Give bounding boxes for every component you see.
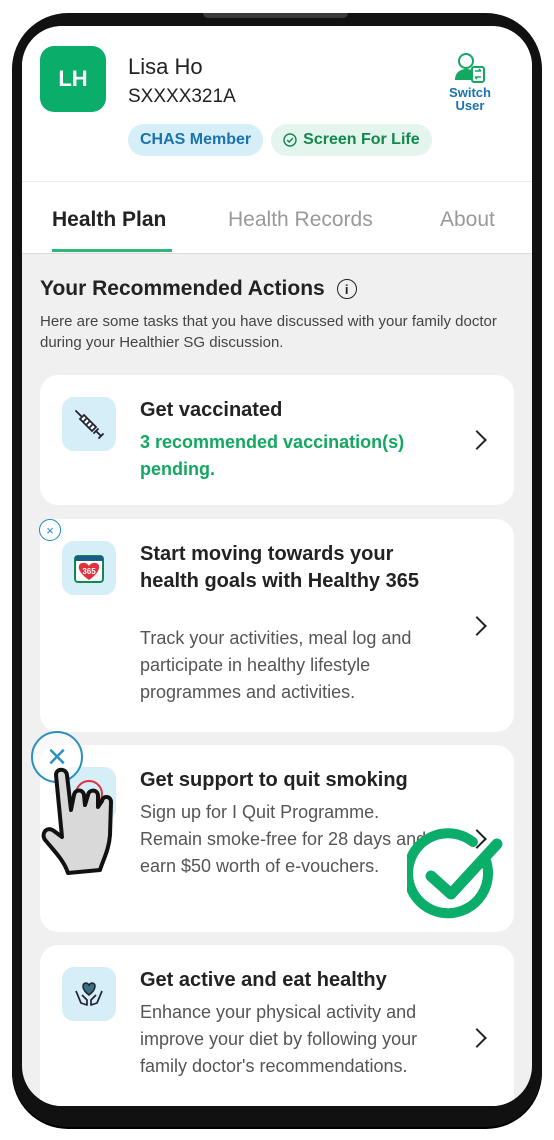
user-id: SXXXX321A <box>128 86 236 107</box>
heart-hands-icon <box>75 982 103 1006</box>
card-description: Sign up for I Quit Programme. Remain smo… <box>140 802 427 876</box>
card-description: Enhance your physical activity and impro… <box>140 1002 418 1076</box>
badge-label: CHAS Member <box>140 131 252 148</box>
calendar-365-heart-icon: 365 <box>74 555 104 583</box>
close-icon: × <box>46 522 54 538</box>
dismiss-button[interactable]: × <box>39 519 61 541</box>
active-tab-indicator <box>52 249 172 252</box>
chevron-right-icon <box>467 1028 487 1048</box>
chevron-right-icon <box>467 430 487 450</box>
card-description: Track your activities, meal log and part… <box>140 628 412 702</box>
tab-about[interactable]: About <box>440 208 495 232</box>
action-card-healthy-365[interactable]: 365 Start moving towards your health goa… <box>40 519 514 732</box>
card-title: Get active and eat healthy <box>140 969 387 991</box>
action-card-active-healthy[interactable]: Get active and eat healthy Enhance your … <box>40 945 514 1106</box>
success-check-icon <box>407 828 503 919</box>
card-status: 3 recommended vaccination(s) pending. <box>140 432 405 479</box>
badge-list: CHAS Member Screen For Life <box>128 124 432 156</box>
phone-speaker <box>203 13 348 18</box>
info-icon[interactable]: i <box>336 279 357 299</box>
badge-label: Screen For Life <box>303 131 420 148</box>
app-screen: LH Lisa Ho SXXXX321A CHAS Member Screen … <box>22 26 532 1106</box>
switch-user-label-2: User <box>455 98 485 113</box>
profile-header: LH Lisa Ho SXXXX321A CHAS Member Screen … <box>22 26 532 181</box>
avatar: LH <box>40 46 106 112</box>
icon-box: 365 <box>62 541 116 595</box>
chevron-right-icon <box>467 616 487 636</box>
icon-box <box>62 397 116 451</box>
tab-health-records[interactable]: Health Records <box>228 208 373 232</box>
card-title: Get vaccinated <box>140 399 283 421</box>
section-title: Your Recommended Actions i <box>40 277 357 301</box>
screen-for-life-badge: Screen For Life <box>271 124 432 156</box>
tap-hand-icon <box>41 767 113 875</box>
card-title: Start moving towards your health goals w… <box>140 543 419 592</box>
action-card-vaccination[interactable]: Get vaccinated 3 recommended vaccination… <box>40 375 514 505</box>
icon-box <box>62 967 116 1021</box>
chas-member-badge: CHAS Member <box>128 124 264 156</box>
svg-text:365: 365 <box>82 567 96 576</box>
switch-user-button[interactable]: Switch User <box>440 52 500 112</box>
switch-user-icon <box>455 53 485 83</box>
check-circle-icon <box>283 133 297 147</box>
tab-bar: Health Plan Health Records About <box>22 181 532 254</box>
section-title-text: Your Recommended Actions <box>40 277 325 300</box>
section-description: Here are some tasks that you have discus… <box>40 313 497 351</box>
tab-health-plan[interactable]: Health Plan <box>52 208 166 232</box>
syringe-icon <box>75 410 104 439</box>
card-title: Get support to quit smoking <box>140 769 408 791</box>
user-name: Lisa Ho <box>128 54 203 79</box>
